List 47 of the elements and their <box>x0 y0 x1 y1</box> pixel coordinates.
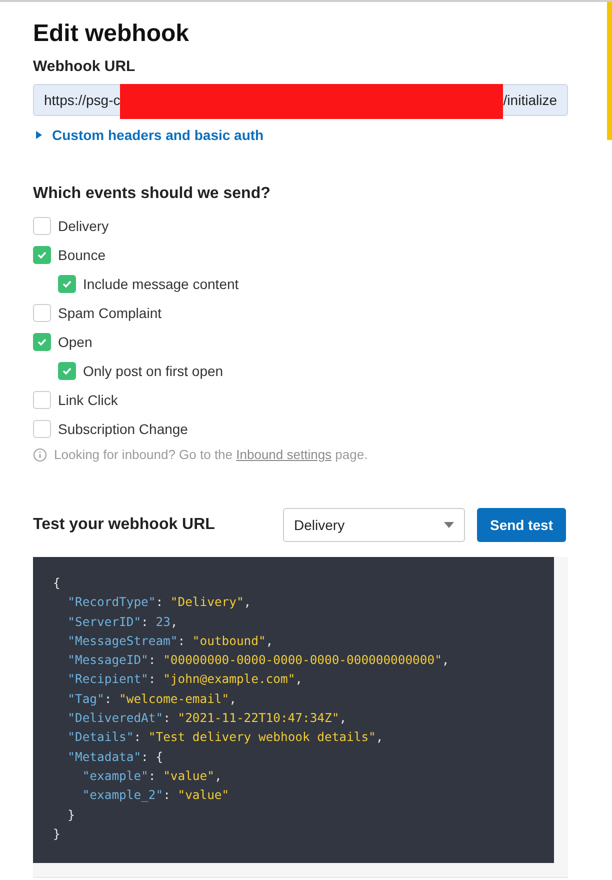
scrollbar-thumb[interactable] <box>607 2 612 140</box>
inbound-note: Looking for inbound? Go to the Inbound settings page. <box>54 447 368 462</box>
checkbox-label: Only post on first open <box>83 362 224 378</box>
custom-headers-toggle[interactable]: Custom headers and basic auth <box>35 127 264 143</box>
field-label: Webhook URL <box>33 58 136 75</box>
code-line: "Details": "Test delivery webhook details", <box>66 729 384 746</box>
checkbox[interactable] <box>58 362 76 380</box>
code-line: "MessageID": "00000000-0000-0000-0000-000000000000", <box>66 652 450 670</box>
event-type-select[interactable]: Delivery <box>283 508 465 542</box>
checkbox-label: Spam Complaint <box>58 304 162 320</box>
checkbox[interactable] <box>33 216 51 234</box>
code-line: "Tag": "welcome-email", <box>66 690 236 708</box>
checkbox-label: Link Click <box>58 392 118 408</box>
code-line: "ServerID": 23, <box>66 614 178 631</box>
caret-icon <box>444 522 454 528</box>
checkbox[interactable] <box>33 332 51 350</box>
check-icon <box>62 366 72 374</box>
section-heading: Test your webhook URL <box>33 516 216 534</box>
checkbox-label: Open <box>58 334 92 350</box>
check-icon <box>37 250 47 258</box>
page-title: Edit webhook <box>33 20 190 48</box>
code-line: { <box>53 575 60 592</box>
code-line: } <box>53 826 60 843</box>
checkbox-label: Bounce <box>58 246 106 262</box>
checkbox-label: Subscription Change <box>58 420 188 436</box>
section-heading: Which events should we send? <box>33 185 272 203</box>
code-line: } <box>66 806 76 824</box>
code-line: "MessageStream": "outbound", <box>66 632 274 650</box>
check-icon <box>62 280 72 288</box>
url-field[interactable]: https://psg-c /initialize <box>33 84 568 116</box>
checkbox-label: Delivery <box>58 218 109 234</box>
check-icon <box>37 338 47 346</box>
send-test-button[interactable]: Send test <box>477 508 566 542</box>
code-line: "Metadata": { <box>66 748 164 766</box>
checkbox-label: Include message content <box>83 276 239 292</box>
code-line: "DeliveredAt": "2021-11-22T10:47:34Z", <box>66 710 347 728</box>
code-line: "RecordType": "Delivery", <box>66 594 252 612</box>
checkbox[interactable] <box>33 246 51 264</box>
code-line: "example_2": "value" <box>81 787 230 804</box>
checkbox[interactable] <box>33 420 51 438</box>
checkbox[interactable] <box>33 304 51 322</box>
checkbox[interactable] <box>33 390 51 408</box>
code-line: "Recipient": "john@example.com", <box>66 671 302 688</box>
code-line: "example": "value", <box>81 768 222 785</box>
checkbox[interactable] <box>58 274 76 292</box>
info-icon <box>33 448 47 462</box>
inbound-settings-link[interactable]: Inbound settings <box>236 447 332 462</box>
